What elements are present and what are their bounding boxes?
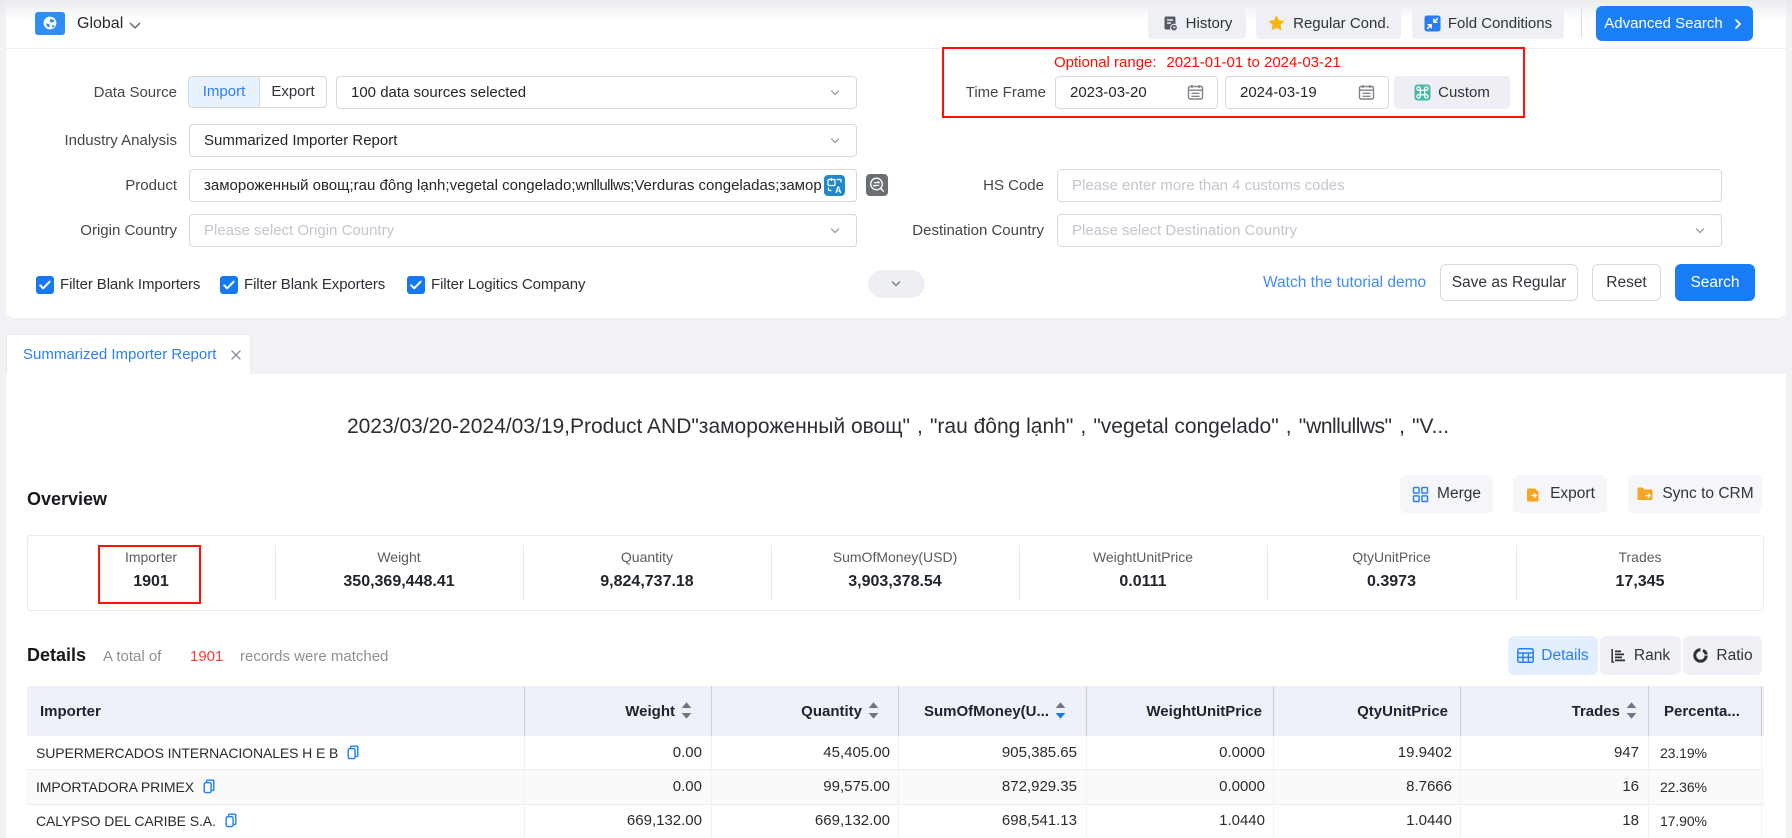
svg-text:A: A bbox=[835, 185, 842, 195]
